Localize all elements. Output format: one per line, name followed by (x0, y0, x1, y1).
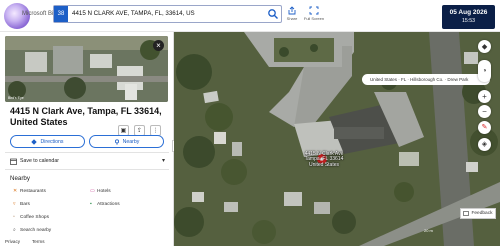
fullscreen-button[interactable]: Full Screen (302, 6, 326, 26)
aerial-imagery (174, 32, 500, 246)
restaurant-icon: ✕ (13, 188, 18, 194)
map-style-icon[interactable]: ◑ (478, 60, 491, 82)
nearby-coffee-link[interactable]: ▫ Coffee Shops (13, 214, 49, 220)
calendar-icon (10, 158, 17, 165)
search-nearby-icon: ⌕ (13, 227, 16, 233)
aerial-map[interactable]: 4415 N Clark Ave Tampa, FL 33614 United … (174, 32, 500, 246)
zoom-in-button[interactable]: + (478, 90, 491, 103)
coffee-shops-label: Coffee Shops (20, 215, 49, 220)
address-title: 4415 N Clark Ave, Tampa, FL 33614, Unite… (10, 106, 162, 127)
bar-icon: ▿ (13, 201, 16, 207)
clock-date: 05 Aug 2026 (449, 9, 488, 16)
nearby-attractions-link[interactable]: ▪ Attractions (90, 201, 120, 207)
clock-widget: 05 Aug 2026 15:53 (442, 5, 495, 29)
directions-button[interactable]: Directions (10, 135, 85, 148)
zoom-out-button[interactable]: − (478, 105, 491, 118)
nearby-hotels-link[interactable]: ▭ Hotels (90, 188, 111, 194)
location-breadcrumb[interactable]: United States · FL · Hillsborough Co. · … (362, 74, 490, 85)
bars-label: Bars (20, 202, 30, 207)
feedback-icon (463, 210, 470, 216)
search-input[interactable]: 4415 N CLARK AVE, TAMPA, FL, 33614, US (72, 10, 195, 17)
hotels-label: Hotels (97, 189, 111, 194)
nearby-heading: Nearby (10, 175, 30, 182)
top-bar: Microsoft Bing 38 4415 N CLARK AVE, TAMP… (0, 0, 500, 32)
nearby-button-label: Nearby (122, 138, 140, 145)
attractions-label: Attractions (97, 202, 120, 207)
share-button[interactable]: Share (280, 6, 304, 26)
search-nearby-label: Search nearby (20, 228, 52, 233)
attraction-icon: ▪ (90, 201, 92, 207)
search-box[interactable]: 38 4415 N CLARK AVE, TAMPA, FL, 33614, U… (53, 5, 282, 23)
divider (5, 152, 169, 153)
search-nearby-link[interactable]: ⌕ Search nearby (13, 227, 51, 233)
close-icon[interactable]: × (153, 40, 164, 51)
map-layers-icon[interactable]: ◈ (478, 138, 491, 151)
locate-me-icon[interactable]: ✎ (478, 121, 491, 134)
directions-label: Directions (40, 138, 64, 145)
scale-bar: 20 m (424, 228, 433, 233)
photo-credit: Bird's Eye (8, 96, 24, 100)
terms-link[interactable]: Terms (32, 239, 45, 244)
share-icon (288, 6, 296, 15)
directions-icon (31, 138, 38, 145)
chevron-down-icon[interactable]: ▾ (162, 157, 165, 164)
share-label: Share (286, 16, 298, 21)
coffee-icon: ▫ (13, 214, 15, 220)
nearby-bars-link[interactable]: ▿ Bars (13, 201, 30, 207)
pin-label: 4415 N Clark Ave Tampa, FL 33614 United … (304, 151, 344, 168)
clock-time: 15:53 (462, 18, 475, 24)
thumbnail-image (5, 36, 168, 102)
feedback-label: Feedback (471, 211, 493, 216)
save-to-calendar-row[interactable]: Save to calendar ▾ (10, 156, 165, 166)
feedback-button[interactable]: Feedback (460, 208, 496, 219)
compass-icon[interactable]: ⬥ (478, 40, 491, 53)
fullscreen-label: Full Screen (303, 16, 325, 21)
nearby-restaurants-link[interactable]: ✕ Restaurants (13, 188, 46, 194)
nearby-button[interactable]: Nearby (89, 135, 164, 148)
search-icon[interactable] (267, 8, 279, 20)
save-to-calendar-label: Save to calendar (20, 158, 59, 164)
divider (5, 169, 169, 170)
privacy-link[interactable]: Privacy (5, 239, 20, 244)
result-number-badge: 38 (54, 6, 68, 22)
birds-eye-thumbnail[interactable]: × Bird's Eye (5, 36, 168, 102)
restaurants-label: Restaurants (20, 189, 46, 194)
nearby-icon (114, 138, 119, 145)
fullscreen-icon (309, 6, 319, 15)
location-panel: × Bird's Eye ▣ ⇪ ⋮ 4415 N Clark Ave, Tam… (0, 32, 174, 246)
hotel-icon: ▭ (90, 188, 95, 194)
